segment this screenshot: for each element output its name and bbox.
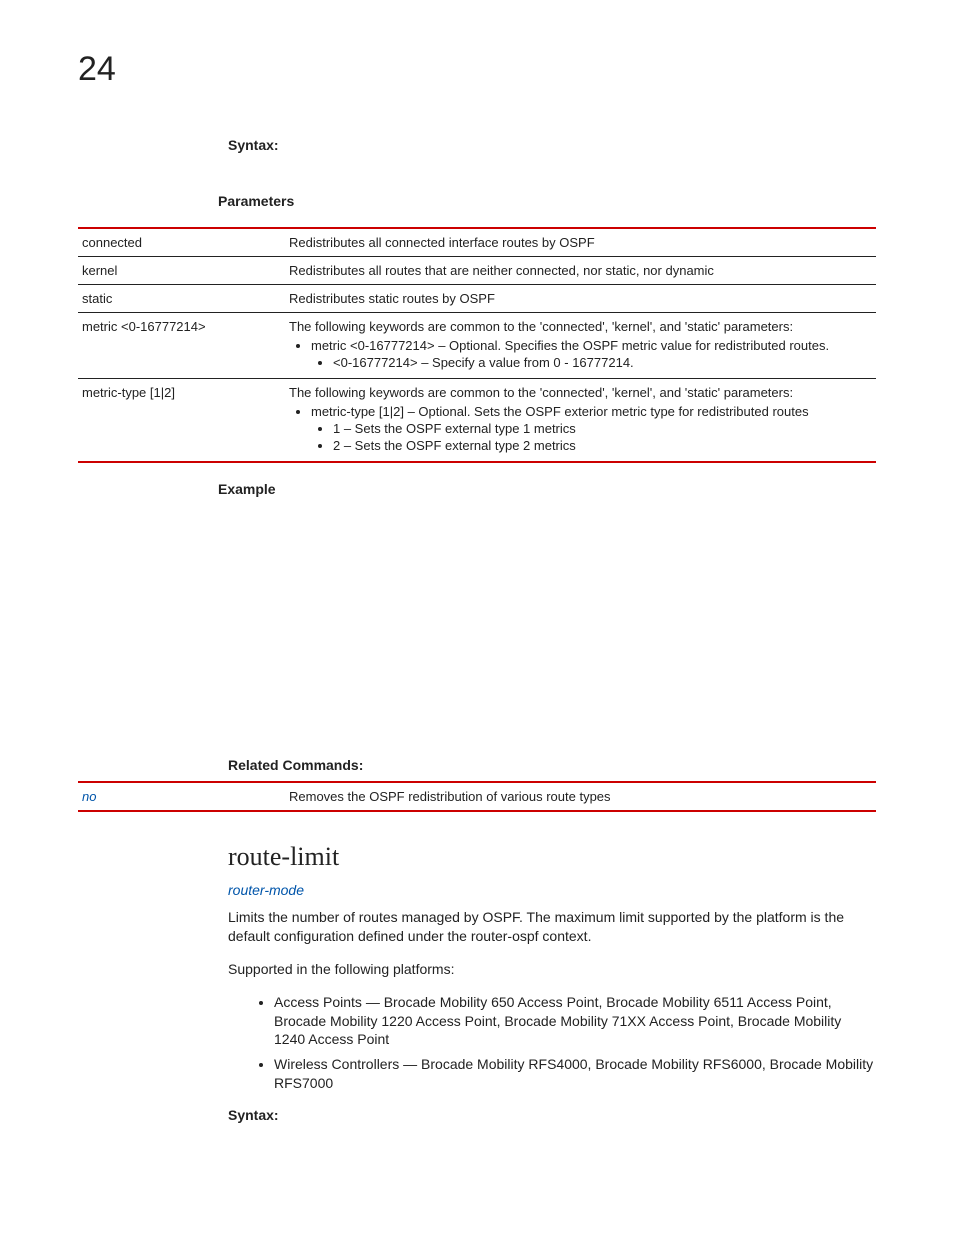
list-item: <0-16777214> – Specify a value from 0 - …	[333, 355, 868, 370]
param-sublist: metric-type [1|2] – Optional. Sets the O…	[289, 404, 868, 453]
param-name: metric-type [1|2]	[78, 379, 285, 463]
table-row: no Removes the OSPF redistribution of va…	[78, 782, 876, 811]
table-row: static Redistributes static routes by OS…	[78, 285, 876, 313]
table-row: metric-type [1|2] The following keywords…	[78, 379, 876, 463]
related-cmd-desc: Removes the OSPF redistribution of vario…	[285, 782, 876, 811]
param-desc: Redistributes static routes by OSPF	[285, 285, 876, 313]
related-cmd-link[interactable]: no	[78, 782, 285, 811]
router-mode-link[interactable]: router-mode	[228, 882, 876, 898]
param-name: static	[78, 285, 285, 313]
list-item: Wireless Controllers — Brocade Mobility …	[274, 1055, 876, 1093]
command-title: route-limit	[228, 842, 876, 872]
body-text: Supported in the following platforms:	[228, 960, 876, 979]
param-desc: Redistributes all connected interface ro…	[285, 228, 876, 257]
list-item: metric-type [1|2] – Optional. Sets the O…	[311, 404, 868, 453]
syntax-heading: Syntax:	[228, 1107, 876, 1123]
list-item: metric <0-16777214> – Optional. Specifie…	[311, 338, 868, 370]
param-desc: The following keywords are common to the…	[285, 313, 876, 379]
param-intro: The following keywords are common to the…	[289, 319, 793, 334]
parameters-table: connected Redistributes all connected in…	[78, 227, 876, 463]
param-sublist: metric <0-16777214> – Optional. Specifie…	[289, 338, 868, 370]
table-row: connected Redistributes all connected in…	[78, 228, 876, 257]
list-item: 2 – Sets the OSPF external type 2 metric…	[333, 438, 868, 453]
table-row: metric <0-16777214> The following keywor…	[78, 313, 876, 379]
platforms-list: Access Points — Brocade Mobility 650 Acc…	[248, 993, 876, 1093]
param-intro: The following keywords are common to the…	[289, 385, 793, 400]
chapter-number: 24	[78, 50, 876, 89]
parameters-heading: Parameters	[218, 193, 876, 209]
example-heading: Example	[218, 481, 876, 497]
param-name: connected	[78, 228, 285, 257]
related-commands-table: no Removes the OSPF redistribution of va…	[78, 781, 876, 812]
related-commands-heading: Related Commands:	[228, 757, 876, 773]
param-desc: The following keywords are common to the…	[285, 379, 876, 463]
param-name: metric <0-16777214>	[78, 313, 285, 379]
syntax-heading: Syntax:	[228, 137, 876, 153]
body-text: Limits the number of routes managed by O…	[228, 908, 876, 946]
param-name: kernel	[78, 257, 285, 285]
table-row: kernel Redistributes all routes that are…	[78, 257, 876, 285]
list-item: Access Points — Brocade Mobility 650 Acc…	[274, 993, 876, 1050]
param-desc: Redistributes all routes that are neithe…	[285, 257, 876, 285]
page: 24 Syntax: Parameters connected Redistri…	[0, 0, 954, 1183]
list-item: 1 – Sets the OSPF external type 1 metric…	[333, 421, 868, 436]
